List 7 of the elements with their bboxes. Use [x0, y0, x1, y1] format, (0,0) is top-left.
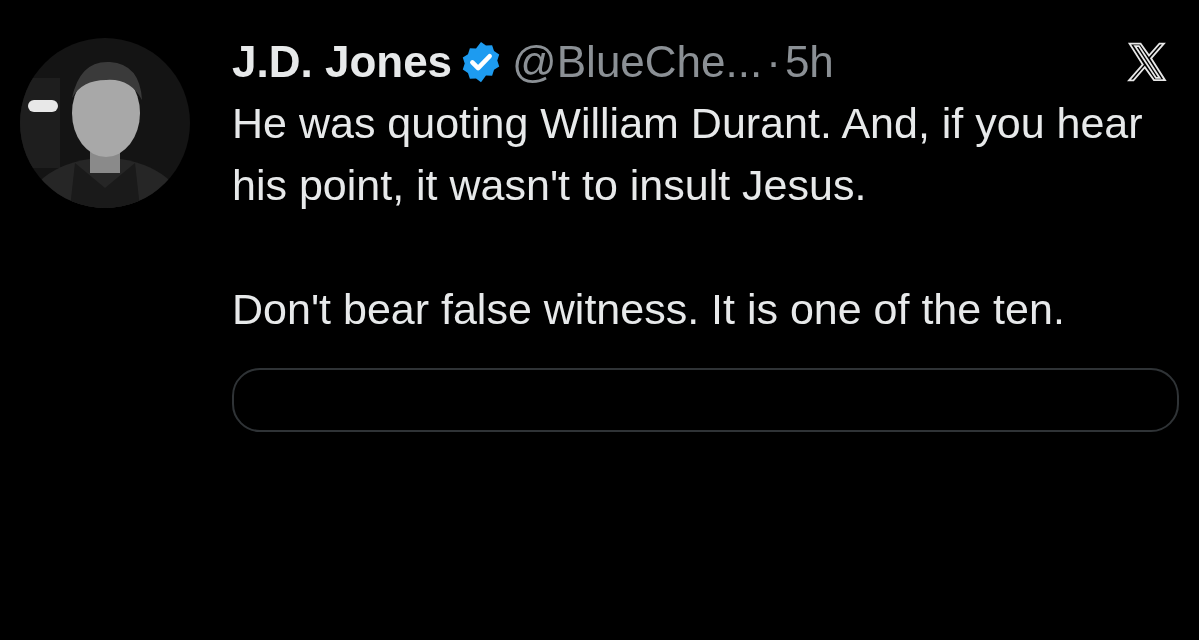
tweet-text: Don't bear false witness. It is one of the ten. [232, 284, 1066, 335]
author-name[interactable]: J.D. Jones [232, 37, 453, 87]
author-handle[interactable]: @BlueChe... [512, 37, 763, 87]
separator-dot: · [766, 37, 781, 87]
x-logo-icon[interactable] [1125, 40, 1169, 84]
tweet-text: He was quoting William Durant. And, if you hear his point, it wasn't to insult Jesus. [232, 98, 1144, 211]
post-time[interactable]: 5h [784, 37, 834, 87]
